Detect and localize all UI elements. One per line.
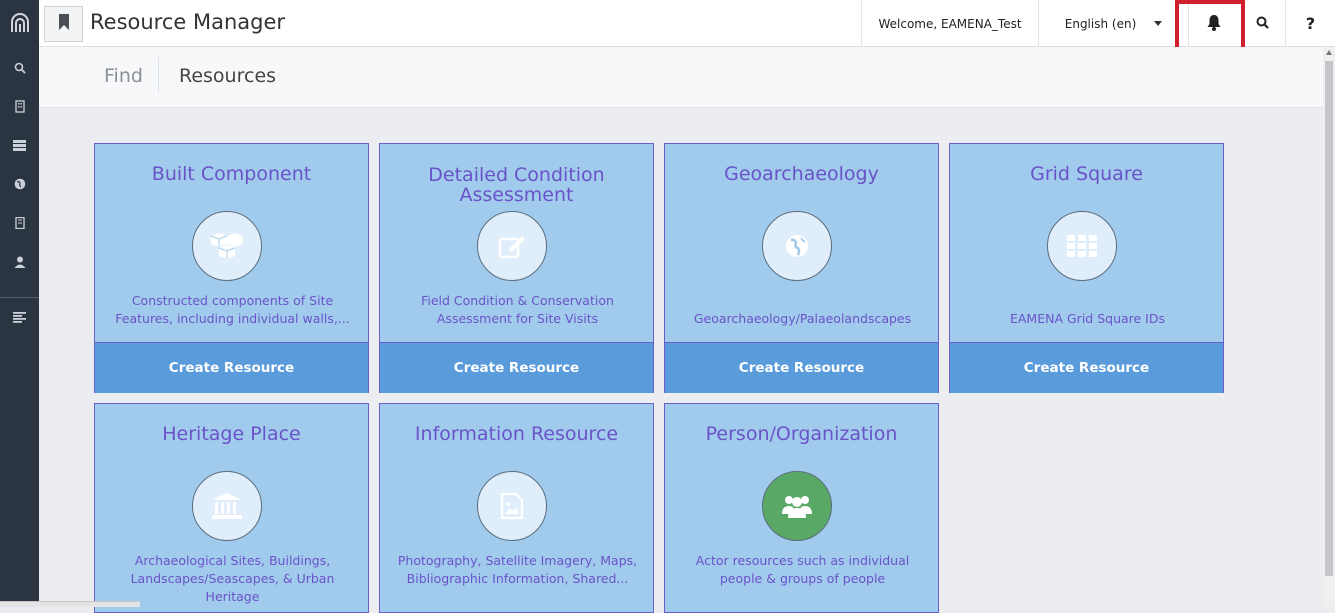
create-resource-button[interactable]: Create Resource <box>950 342 1223 393</box>
cubes-icon <box>192 211 262 281</box>
card-description: Actor resources such as individual peopl… <box>695 553 910 586</box>
scrollbar-thumb[interactable] <box>1325 61 1333 576</box>
bookmark-icon <box>58 14 70 34</box>
card-title: Grid Square <box>1030 163 1143 185</box>
bell-icon <box>1206 14 1222 34</box>
resource-card-detailed-condition-assessment: Detailed Condition Assessment Field Cond… <box>379 143 654 393</box>
create-resource-button[interactable]: Create Resource <box>380 342 653 393</box>
language-label: English (en) <box>1064 16 1137 31</box>
card-description: EAMENA Grid Square IDs <box>1009 311 1166 326</box>
resource-card-grid-square: Grid Square EAMENA Grid Square IDs Creat… <box>949 143 1224 393</box>
create-resource-button[interactable]: Create Resource <box>665 342 938 393</box>
edit-icon <box>477 211 547 281</box>
create-resource-button[interactable]: Create Resource <box>95 342 368 393</box>
sub-header: Find Resources <box>39 47 1323 108</box>
building-icon[interactable] <box>0 95 39 117</box>
page-title: Resource Manager <box>90 10 286 34</box>
user-icon[interactable] <box>0 251 39 273</box>
resource-card-geoarchaeology: Geoarchaeology Geoarchaeology/Palaeoland… <box>664 143 939 393</box>
card-title: Person/Organization <box>705 423 898 445</box>
search-button[interactable] <box>1239 0 1285 47</box>
resource-card-person-organization: Person/Organization Actor resources such… <box>664 403 939 613</box>
card-title: Geoarchaeology <box>724 163 879 185</box>
book-icon[interactable] <box>0 212 39 234</box>
card-description: Archaeological Sites, Buildings, Landsca… <box>130 553 335 604</box>
users-icon <box>762 471 832 541</box>
card-description: Photography, Satellite Imagery, Maps, Bi… <box>397 553 638 586</box>
help-button[interactable]: ? <box>1285 0 1335 47</box>
card-description: Geoarchaeology/Palaeolandscapes <box>693 311 912 326</box>
card-title: Built Component <box>151 163 312 185</box>
welcome-user[interactable]: Welcome, EAMENA_Test <box>861 0 1038 47</box>
image-file-icon <box>477 471 547 541</box>
resource-card-information-resource: Information Resource Photography, Satell… <box>379 403 654 613</box>
search-icon[interactable] <box>0 57 39 79</box>
scroll-up-icon[interactable] <box>1326 50 1332 55</box>
tab-resources[interactable]: Resources <box>179 65 276 87</box>
globe-icon <box>762 211 832 281</box>
card-title: Detailed Condition Assessment <box>428 164 605 206</box>
institution-icon <box>192 471 262 541</box>
vertical-scrollbar[interactable] <box>1323 47 1335 607</box>
tab-divider <box>158 57 159 93</box>
search-icon <box>1256 16 1269 32</box>
card-title: Heritage Place <box>162 423 301 445</box>
caret-down-icon <box>1154 21 1163 26</box>
globe-icon[interactable] <box>0 173 39 195</box>
sidebar-divider <box>0 297 39 298</box>
menu-icon[interactable] <box>0 306 39 328</box>
top-bar: Resource Manager Welcome, EAMENA_Test En… <box>39 0 1335 47</box>
resource-card-heritage-place: Heritage Place Archaeological Sites, Bui… <box>94 403 369 613</box>
card-description: Constructed components of Site Features,… <box>115 293 350 326</box>
grid-icon <box>1047 211 1117 281</box>
tab-find[interactable]: Find <box>104 65 143 87</box>
card-title: Information Resource <box>414 423 619 445</box>
sidebar <box>0 0 39 607</box>
card-description: Field Condition & Conservation Assessmen… <box>421 293 614 326</box>
bottom-status-strip <box>0 601 140 607</box>
logo-icon[interactable] <box>0 0 39 46</box>
language-select[interactable]: English (en) <box>1038 0 1188 47</box>
list-icon[interactable] <box>0 134 39 156</box>
notifications-button[interactable] <box>1188 0 1239 47</box>
bookmark-button[interactable] <box>44 6 83 42</box>
resource-card-built-component: Built Component Constructed components o… <box>94 143 369 393</box>
